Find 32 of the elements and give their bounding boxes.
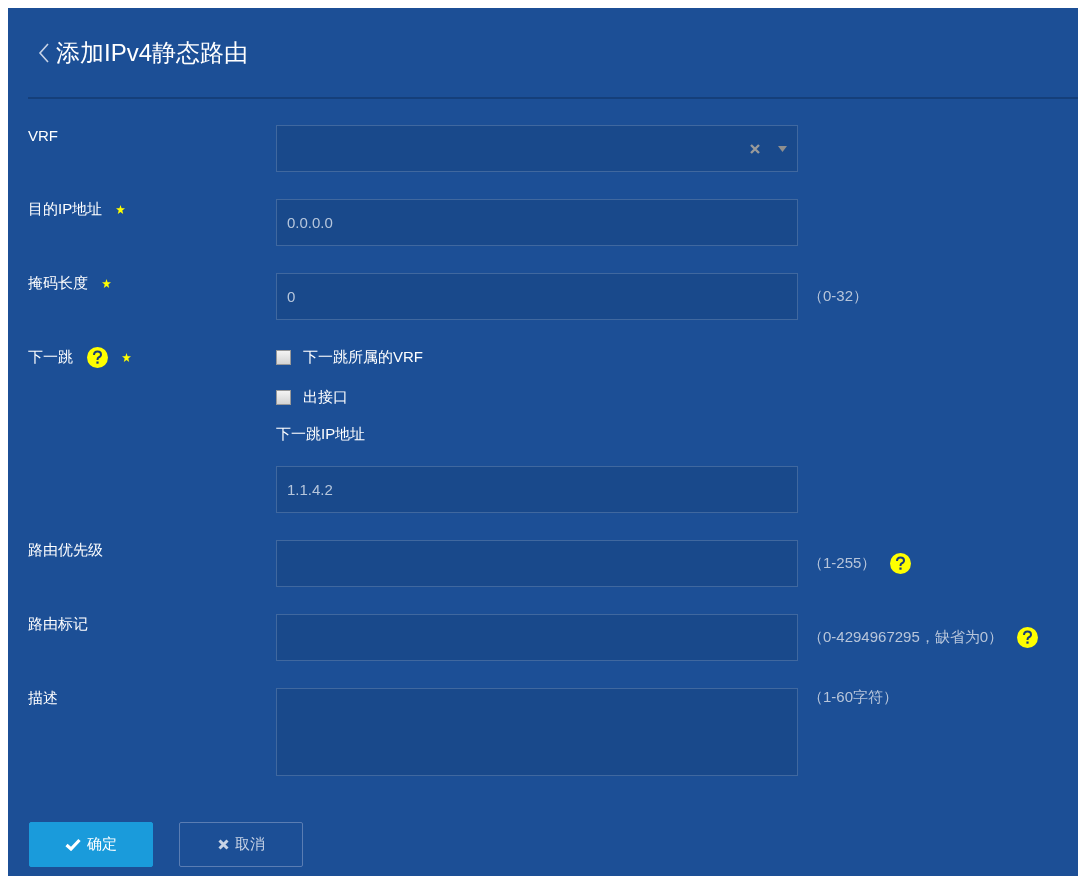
input-field[interactable]: 0	[276, 273, 798, 320]
clear-icon[interactable]	[750, 143, 760, 154]
field-label: 路由标记	[28, 614, 88, 634]
range-hint: （0-32）	[808, 287, 869, 306]
input-field[interactable]	[276, 614, 798, 661]
help-icon[interactable]	[890, 553, 912, 574]
field-label: 下一跳	[28, 348, 73, 367]
cancel-button[interactable]: 取消	[179, 822, 303, 867]
input-field[interactable]: 1.1.4.2	[276, 466, 798, 513]
range-hint: （1-60字符）	[808, 688, 899, 707]
back-icon[interactable]	[38, 42, 50, 63]
input-field[interactable]: 0.0.0.0	[276, 199, 798, 246]
help-icon[interactable]	[87, 347, 108, 368]
confirm-button[interactable]: 确定	[29, 822, 153, 867]
field-label: 目的IP地址	[28, 199, 103, 219]
checkbox-label: 出接口	[303, 387, 348, 407]
field-label: 路由优先级	[28, 540, 103, 560]
checkbox[interactable]	[276, 389, 291, 405]
check-icon	[65, 838, 81, 851]
field-label: 掩码长度	[28, 273, 88, 293]
checkbox-label: 下一跳所属的VRF	[303, 347, 423, 367]
field-label: VRF	[28, 126, 58, 144]
field-label: 描述	[28, 688, 58, 708]
page-title: 添加IPv4静态路由	[56, 37, 249, 68]
help-icon[interactable]	[1017, 627, 1039, 648]
close-icon	[217, 839, 229, 850]
field-label: 下一跳IP地址	[276, 425, 367, 444]
input-field[interactable]	[276, 540, 798, 587]
caret-icon	[778, 145, 787, 152]
range-hint: （0-4294967295，缺省为0）	[808, 628, 1004, 647]
checkbox[interactable]	[276, 349, 291, 365]
range-hint: （1-255）	[808, 554, 877, 573]
